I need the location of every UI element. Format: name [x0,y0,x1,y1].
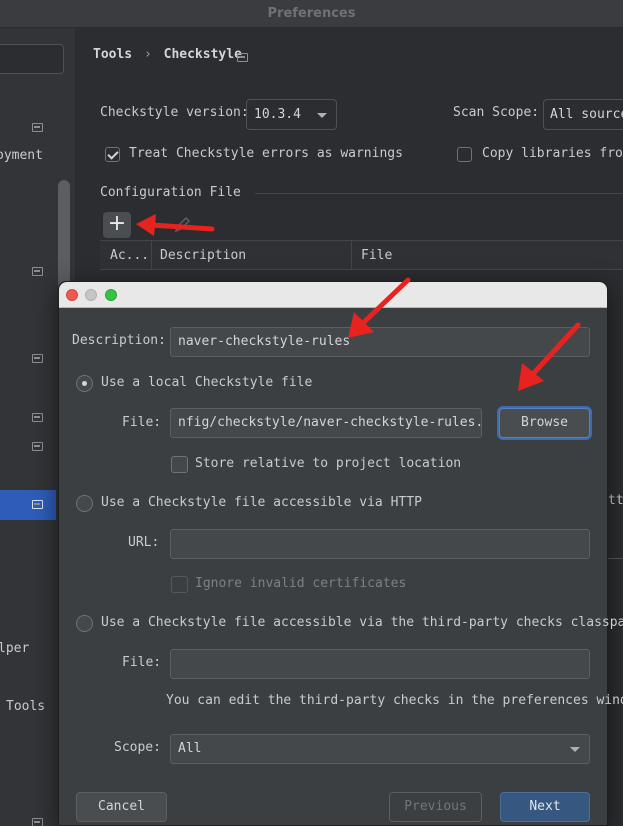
store-relative-checkbox[interactable] [171,456,188,473]
column-active[interactable]: Ac... [110,248,149,263]
checkstyle-version-value: 10.3.4 [254,107,301,122]
dialog-titlebar [59,282,607,308]
description-label: Description: [72,333,166,348]
scan-scope-value: All sources [550,107,623,122]
checkstyle-version-label: Checkstyle version: [100,105,249,120]
copy-libraries-label: Copy libraries from p [482,146,623,161]
sidebar-item-checkstyle-selected[interactable] [0,490,56,520]
column-divider [351,241,352,269]
minimize-window-icon[interactable] [85,289,97,301]
partial-right-text: tti [608,493,623,508]
next-button[interactable]: Next [500,792,590,822]
url-label: URL: [128,535,160,550]
cancel-button[interactable]: Cancel [76,792,167,822]
previous-button[interactable]: Previous [389,792,482,822]
project-settings-icon [32,442,43,451]
browse-button[interactable]: Browse [499,408,590,438]
local-file-path-input[interactable]: nfig/checkstyle/naver-checkstyle-rules.x… [170,408,482,438]
project-settings-icon [32,354,43,363]
breadcrumb: Tools › Checkstyle [93,47,242,62]
scope-value: All [178,741,202,756]
breadcrumb-current: Checkstyle [163,47,242,62]
classpath-file-radio[interactable] [76,615,93,632]
annotation-arrow-icon [348,277,411,338]
annotation-arrow-icon [136,214,215,236]
scan-scope-label: Scan Scope: [453,105,540,120]
treat-errors-label: Treat Checkstyle errors as warnings [129,146,403,161]
url-input[interactable] [170,529,590,559]
section-divider [608,558,623,559]
close-window-icon[interactable] [66,289,78,301]
store-relative-label: Store relative to project location [195,456,462,471]
breadcrumb-parent[interactable]: Tools [93,47,132,62]
copy-libraries-checkbox[interactable] [457,147,472,162]
treat-errors-checkbox[interactable] [105,147,120,162]
project-settings-icon [32,267,43,276]
preferences-hint: You can edit the third-party checks in t… [166,693,623,708]
scan-scope-select[interactable]: All sources [543,99,623,130]
http-file-label: Use a Checkstyle file accessible via HTT… [101,495,422,510]
classpath-file-label: Use a Checkstyle file accessible via the… [101,615,623,630]
section-divider [255,193,623,194]
configuration-file-heading: Configuration File [100,185,241,200]
chevron-down-icon [570,747,580,752]
project-settings-icon [32,413,43,422]
annotation-arrow-icon [518,322,581,391]
window-title: Preferences [267,6,356,21]
project-settings-icon [32,500,43,509]
configuration-table-header: Ac... Description File [100,240,623,270]
window-titlebar: Preferences [0,0,623,28]
sidebar-item-deployment[interactable]: oyment [0,148,43,163]
project-settings-icon [32,123,43,132]
chevron-down-icon [317,113,327,118]
ignore-certificates-checkbox[interactable] [171,576,188,593]
scope-label: Scope: [114,740,161,755]
file2-label: File: [122,655,162,670]
breadcrumb-separator: › [143,47,152,62]
ignore-certificates-label: Ignore invalid certificates [195,576,407,591]
sidebar-search-input[interactable] [0,44,64,74]
project-settings-icon [32,818,43,826]
classpath-file-input[interactable] [170,649,590,679]
file-label: File: [122,415,162,430]
scope-select[interactable]: All [170,734,590,764]
local-file-label: Use a local Checkstyle file [101,375,313,390]
sidebar-item-tools[interactable]: Tools [6,699,45,714]
local-file-radio[interactable] [76,375,93,392]
add-icon[interactable]: + [103,212,131,238]
column-divider [151,241,152,269]
column-description[interactable]: Description [160,248,246,263]
column-file[interactable]: File [361,248,392,263]
checkstyle-version-select[interactable]: 10.3.4 [246,99,337,130]
http-file-radio[interactable] [76,495,93,512]
sidebar-item-helper[interactable]: lper [0,641,29,656]
maximize-window-icon[interactable] [105,289,117,301]
project-settings-icon [237,53,248,62]
